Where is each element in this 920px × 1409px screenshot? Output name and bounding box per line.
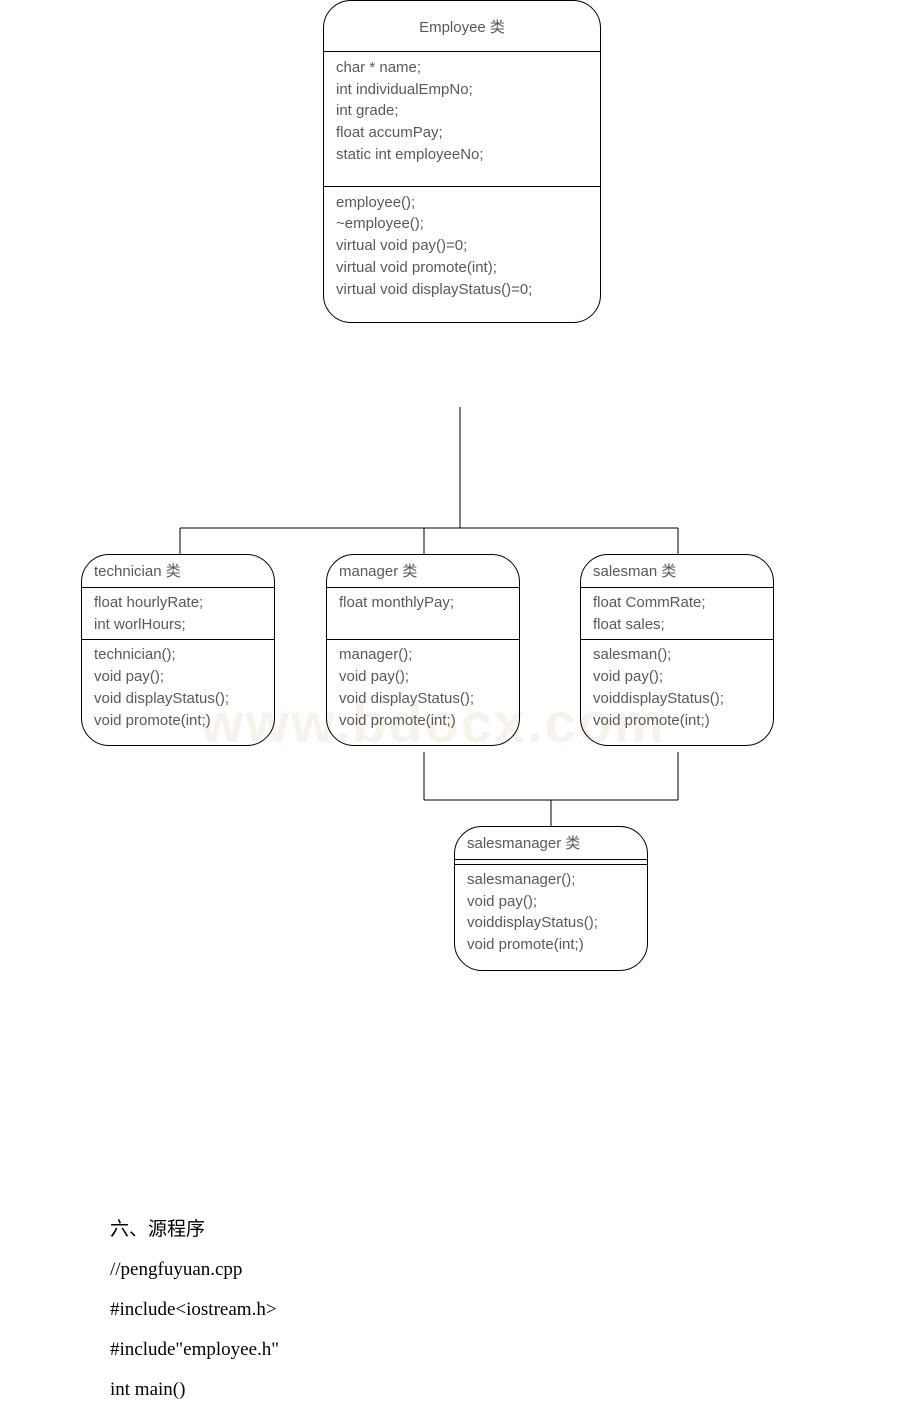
method-line: void pay(); [339, 666, 507, 688]
method-line: void pay(); [593, 666, 761, 688]
class-technician: technician 类 float hourlyRate; int worlH… [81, 554, 275, 746]
method-line: void promote(int;) [467, 934, 635, 956]
method-line: void pay(); [467, 891, 635, 913]
code-line: //pengfuyuan.cpp [110, 1250, 920, 1290]
class-methods: manager(); void pay(); void displayStatu… [327, 640, 519, 745]
class-title: manager 类 [327, 555, 519, 588]
method-line: manager(); [339, 644, 507, 666]
method-line: virtual void displayStatus()=0; [336, 279, 588, 301]
attr-line: float monthlyPay; [339, 592, 507, 614]
class-employee: Employee 类 char * name; int individualEm… [323, 0, 601, 323]
method-line: void displayStatus(); [94, 688, 262, 710]
class-title: technician 类 [82, 555, 274, 588]
attr-line [339, 614, 507, 636]
code-line: #include<iostream.h> [110, 1290, 920, 1330]
method-line: salesman(); [593, 644, 761, 666]
code-line: int main() [110, 1370, 920, 1409]
method-line: virtual void promote(int); [336, 257, 588, 279]
attr-line: float hourlyRate; [94, 592, 262, 614]
method-line: technician(); [94, 644, 262, 666]
attr-line: int worlHours; [94, 614, 262, 636]
class-salesmanager: salesmanager 类 salesmanager(); void pay(… [454, 826, 648, 971]
class-salesman: salesman 类 float CommRate; float sales; … [580, 554, 774, 746]
section-heading: 六、源程序 [110, 1210, 920, 1250]
method-line: void promote(int;) [94, 710, 262, 732]
method-line: void pay(); [94, 666, 262, 688]
class-methods: salesman(); void pay(); voiddisplayStatu… [581, 640, 773, 745]
attr-line: char * name; [336, 57, 588, 79]
class-attributes: char * name; int individualEmpNo; int gr… [324, 52, 600, 187]
class-methods: technician(); void pay(); void displaySt… [82, 640, 274, 745]
method-line: employee(); [336, 192, 588, 214]
class-methods: employee(); ~employee(); virtual void pa… [324, 187, 600, 323]
class-diagram: Employee 类 char * name; int individualEm… [60, 0, 920, 100]
class-title: Employee 类 [324, 1, 600, 52]
method-line: voiddisplayStatus(); [593, 688, 761, 710]
attr-line: int individualEmpNo; [336, 79, 588, 101]
class-attributes: float monthlyPay; [327, 588, 519, 641]
class-attributes: float hourlyRate; int worlHours; [82, 588, 274, 641]
method-line: ~employee(); [336, 213, 588, 235]
method-line: void promote(int;) [593, 710, 761, 732]
method-line: virtual void pay()=0; [336, 235, 588, 257]
text-section: 六、源程序 //pengfuyuan.cpp #include<iostream… [110, 1210, 920, 1409]
class-manager: manager 类 float monthlyPay; manager(); v… [326, 554, 520, 746]
method-line: voiddisplayStatus(); [467, 912, 635, 934]
code-line: #include"employee.h" [110, 1330, 920, 1370]
class-title: salesmanager 类 [455, 827, 647, 860]
class-title: salesman 类 [581, 555, 773, 588]
attr-line: float sales; [593, 614, 761, 636]
attr-line: static int employeeNo; [336, 144, 588, 166]
attr-line: int grade; [336, 100, 588, 122]
method-line: void promote(int;) [339, 710, 507, 732]
method-line: salesmanager(); [467, 869, 635, 891]
class-methods: salesmanager(); void pay(); voiddisplayS… [455, 865, 647, 970]
attr-line: float accumPay; [336, 122, 588, 144]
class-attributes: float CommRate; float sales; [581, 588, 773, 641]
method-line: void displayStatus(); [339, 688, 507, 710]
attr-line: float CommRate; [593, 592, 761, 614]
